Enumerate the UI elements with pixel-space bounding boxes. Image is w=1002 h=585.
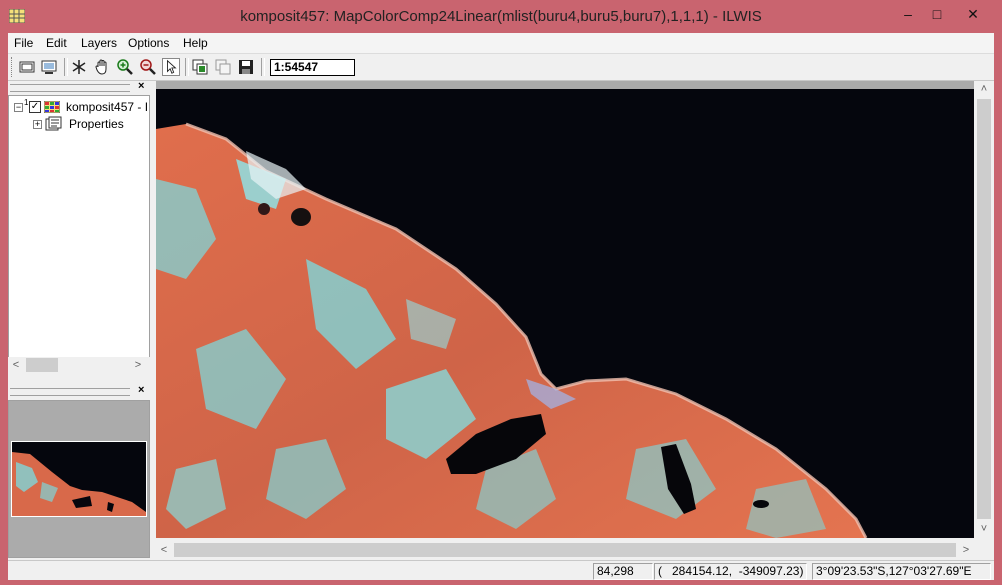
map-horizontal-scrollbar[interactable]: < > <box>156 542 976 558</box>
scroll-up-arrow[interactable]: ˄ <box>976 81 992 97</box>
layer-index: 1 <box>24 98 29 107</box>
layer-panel-close-icon[interactable]: × <box>138 80 144 92</box>
select-pointer-icon[interactable] <box>162 58 180 76</box>
client-area: File Edit Layers Options Help 1:54547 × … <box>8 33 994 580</box>
zoom-in-icon[interactable] <box>116 58 134 76</box>
toolbar-grip[interactable] <box>11 57 15 77</box>
menu-layers[interactable]: Layers <box>81 36 117 50</box>
toolbar-separator <box>185 58 189 76</box>
status-latlon: 3°09'23.53"S,127°03'27.69"E <box>812 563 991 580</box>
status-coordinates: ( 284154.12, -349097.23) <box>654 563 807 580</box>
overview-panel-grip[interactable] <box>10 388 130 396</box>
scroll-thumb[interactable] <box>977 99 991 519</box>
maximize-button[interactable]: □ <box>922 4 952 24</box>
overview-map-image <box>12 442 146 516</box>
scroll-down-arrow[interactable]: ˅ <box>976 521 992 537</box>
scroll-thumb[interactable] <box>174 543 956 557</box>
tree-horizontal-scrollbar[interactable]: < > <box>8 357 150 373</box>
title-bar[interactable]: komposit457: MapColorComp24Linear(mlist(… <box>0 0 1002 32</box>
overview-map[interactable] <box>11 441 147 517</box>
raster-map-icon <box>44 101 60 113</box>
map-viewport[interactable] <box>156 81 974 538</box>
overview-panel <box>8 400 150 558</box>
scroll-thumb[interactable] <box>26 358 58 372</box>
menu-file[interactable]: File <box>14 36 33 50</box>
minimize-button[interactable]: – <box>893 4 923 24</box>
map-scale-field[interactable]: 1:54547 <box>270 59 355 76</box>
properties-label[interactable]: Properties <box>69 117 124 131</box>
properties-icon <box>45 116 62 131</box>
scroll-left-arrow[interactable]: < <box>156 542 172 558</box>
remove-layer-icon[interactable] <box>214 58 232 76</box>
scroll-right-arrow[interactable]: > <box>958 542 974 558</box>
status-row-col: 84,298 <box>593 563 653 580</box>
app-window: komposit457: MapColorComp24Linear(mlist(… <box>0 0 1002 585</box>
measure-distance-icon[interactable] <box>70 58 88 76</box>
close-button[interactable]: ✕ <box>958 4 988 24</box>
entire-map-icon[interactable] <box>18 58 36 76</box>
scroll-right-arrow[interactable]: > <box>130 357 146 373</box>
status-bar: 84,298 ( 284154.12, -349097.23) 3°09'23.… <box>8 560 994 580</box>
expand-icon[interactable]: + <box>33 120 42 129</box>
satellite-image <box>156 89 974 538</box>
panel-grip[interactable] <box>10 84 130 92</box>
scroll-left-arrow[interactable]: < <box>8 357 24 373</box>
menu-options[interactable]: Options <box>128 36 169 50</box>
map-vertical-scrollbar[interactable]: ˄ ˅ <box>975 81 993 538</box>
layer-name[interactable]: komposit457 - I <box>66 100 148 114</box>
menu-edit[interactable]: Edit <box>46 36 67 50</box>
save-icon[interactable] <box>237 58 255 76</box>
layer-visible-checkbox[interactable]: ✓ <box>29 101 41 113</box>
redraw-icon[interactable] <box>40 58 58 76</box>
pan-hand-icon[interactable] <box>93 58 111 76</box>
menu-bar: File Edit Layers Options Help <box>8 33 994 54</box>
toolbar-separator <box>261 58 265 76</box>
toolbar-separator <box>64 58 68 76</box>
layer-tree: − 1 ✓ komposit457 - I + Properties <box>8 95 150 359</box>
zoom-out-icon[interactable] <box>139 58 157 76</box>
overview-panel-close-icon[interactable]: × <box>138 384 144 396</box>
add-layer-icon[interactable] <box>191 58 209 76</box>
window-title: komposit457: MapColorComp24Linear(mlist(… <box>240 8 762 25</box>
menu-help[interactable]: Help <box>183 36 208 50</box>
toolbar: 1:54547 <box>8 54 994 81</box>
collapse-icon[interactable]: − <box>14 103 23 112</box>
